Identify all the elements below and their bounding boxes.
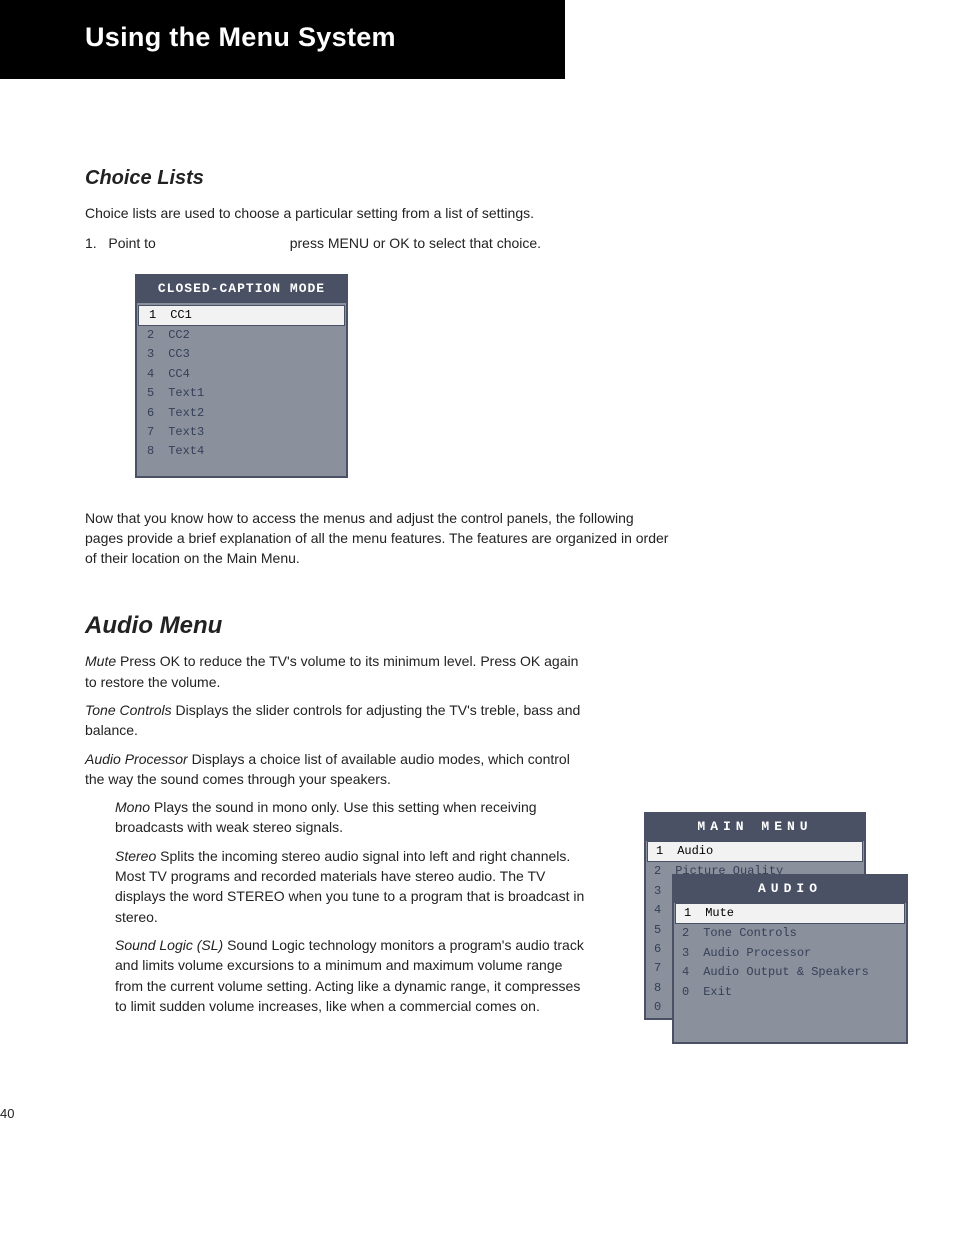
section-title-choice-lists: Choice Lists: [85, 164, 869, 193]
audio-submenu-box: AUDIO 1 Mute2 Tone Controls3 Audio Proce…: [672, 874, 908, 1044]
label-soundlogic: Sound Logic (SL): [115, 937, 223, 953]
main-menu-box: MAIN MENU 1 Audio2 Picture Quality3 Scre…: [644, 812, 866, 1019]
menu-illustration: MAIN MENU 1 Audio2 Picture Quality3 Scre…: [644, 812, 914, 1019]
menu-row: 3 CC3: [137, 345, 346, 364]
cc-menu-title: CLOSED-CAPTION MODE: [137, 276, 346, 303]
def-mono: Mono Plays the sound in mono only. Use t…: [115, 797, 585, 838]
audio-submenu-title: AUDIO: [674, 876, 906, 903]
choice-lists-section: Choice Lists Choice lists are used to ch…: [85, 164, 869, 254]
menu-row: 1 Mute: [675, 903, 905, 924]
menu-row: 1 CC1: [138, 305, 345, 326]
step-number: 1.: [85, 235, 97, 251]
def-stereo: Stereo Splits the incoming stereo audio …: [115, 846, 585, 927]
label-tone: Tone Controls: [85, 702, 172, 718]
label-mono: Mono: [115, 799, 150, 815]
menu-row: 5 Text1: [137, 384, 346, 403]
main-menu-title: MAIN MENU: [646, 814, 864, 841]
label-stereo: Stereo: [115, 848, 156, 864]
text-mono: Plays the sound in mono only. Use this s…: [115, 799, 537, 835]
page-number: 40: [0, 1105, 14, 1124]
label-mute: Mute: [85, 653, 116, 669]
cc-menu-items: 1 CC12 CC23 CC34 CC45 Text16 Text27 Text…: [137, 303, 346, 476]
audio-submenu-items: 1 Mute2 Tone Controls3 Audio Processor4 …: [674, 903, 906, 1002]
menu-row: 3 Audio Processor: [674, 944, 906, 963]
instr-part-a: Point to: [108, 235, 155, 251]
choice-lists-lead: Choice lists are used to choose a partic…: [85, 203, 869, 223]
def-proc: Audio Processor Displays a choice list o…: [85, 749, 585, 790]
text-mute: Press OK to reduce the TV's volume to it…: [85, 653, 578, 689]
page-title: Using the Menu System: [85, 18, 565, 57]
menu-row: 2 Tone Controls: [674, 924, 906, 943]
def-soundlogic: Sound Logic (SL) Sound Logic technology …: [115, 935, 585, 1016]
def-tone: Tone Controls Displays the slider contro…: [85, 700, 585, 741]
menu-row: 6 Text2: [137, 404, 346, 423]
choice-lists-instruction: 1. Point to press MENU or OK to select t…: [110, 233, 869, 253]
followup-paragraph: Now that you know how to access the menu…: [85, 508, 869, 569]
menu-row: 1 Audio: [647, 841, 863, 862]
menu-row: 8 Text4: [137, 442, 346, 461]
menu-row: 4 Audio Output & Speakers: [674, 963, 906, 982]
closed-caption-menu: CLOSED-CAPTION MODE 1 CC12 CC23 CC34 CC4…: [135, 274, 348, 478]
section-title-audio-menu: Audio Menu: [85, 609, 869, 644]
menu-row: 7 Text3: [137, 423, 346, 442]
instr-part-b: press MENU or OK to select that choice.: [286, 235, 541, 251]
header-bar: Using the Menu System: [0, 0, 565, 79]
menu-row: 4 CC4: [137, 365, 346, 384]
text-stereo: Splits the incoming stereo audio signal …: [115, 848, 584, 925]
page-content: Choice Lists Choice lists are used to ch…: [0, 164, 954, 1084]
label-proc: Audio Processor: [85, 751, 188, 767]
audio-definitions: Mute Press OK to reduce the TV's volume …: [85, 651, 585, 1016]
def-mute: Mute Press OK to reduce the TV's volume …: [85, 651, 585, 692]
menu-row: 0 Exit: [674, 983, 906, 1002]
menu-row: 2 CC2: [137, 326, 346, 345]
